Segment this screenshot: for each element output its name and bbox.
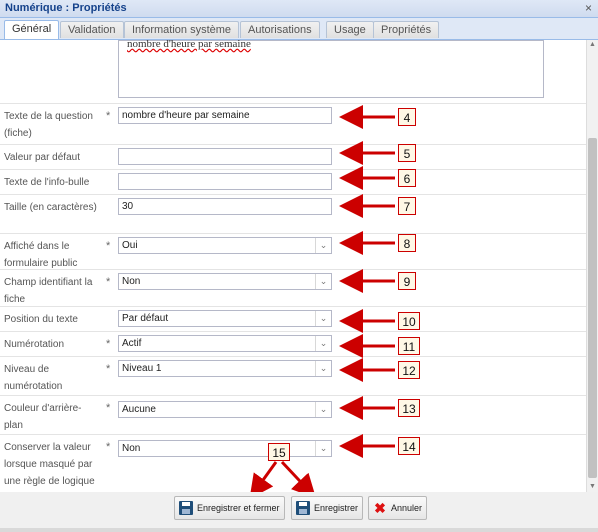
annotation-badge: 10 — [398, 312, 420, 330]
annotation-badge: 9 — [398, 272, 416, 290]
annotation-badge: 6 — [398, 169, 416, 187]
window-bottom-border — [0, 528, 598, 532]
button-bar: Enregistrer et fermer Enregistrer ✖ Annu… — [0, 492, 598, 532]
arrow-15-right — [280, 460, 317, 499]
cancel-button[interactable]: ✖ Annuler — [368, 496, 428, 520]
annotation-badge: 15 — [268, 443, 290, 461]
arrow-15-left — [249, 461, 278, 499]
annotation-badge: 8 — [398, 234, 416, 252]
save-label: Enregistrer — [314, 503, 359, 513]
annotation-badge: 12 — [398, 361, 420, 379]
floppy-disk-icon — [296, 501, 310, 515]
annotation-badge: 14 — [398, 437, 420, 455]
annotation-badge: 5 — [398, 144, 416, 162]
annotation-arrows — [249, 105, 395, 499]
cancel-label: Annuler — [391, 503, 423, 513]
save-and-close-label: Enregistrer et fermer — [197, 503, 280, 513]
red-x-icon: ✖ — [374, 500, 386, 516]
save-button[interactable]: Enregistrer — [291, 496, 364, 520]
annotation-badge: 13 — [398, 399, 420, 417]
annotation-badge: 7 — [398, 197, 416, 215]
save-and-close-button[interactable]: Enregistrer et fermer — [174, 496, 285, 520]
annotation-badge: 4 — [398, 108, 416, 126]
annotation-badge: 11 — [398, 337, 420, 355]
floppy-disk-icon — [179, 501, 193, 515]
